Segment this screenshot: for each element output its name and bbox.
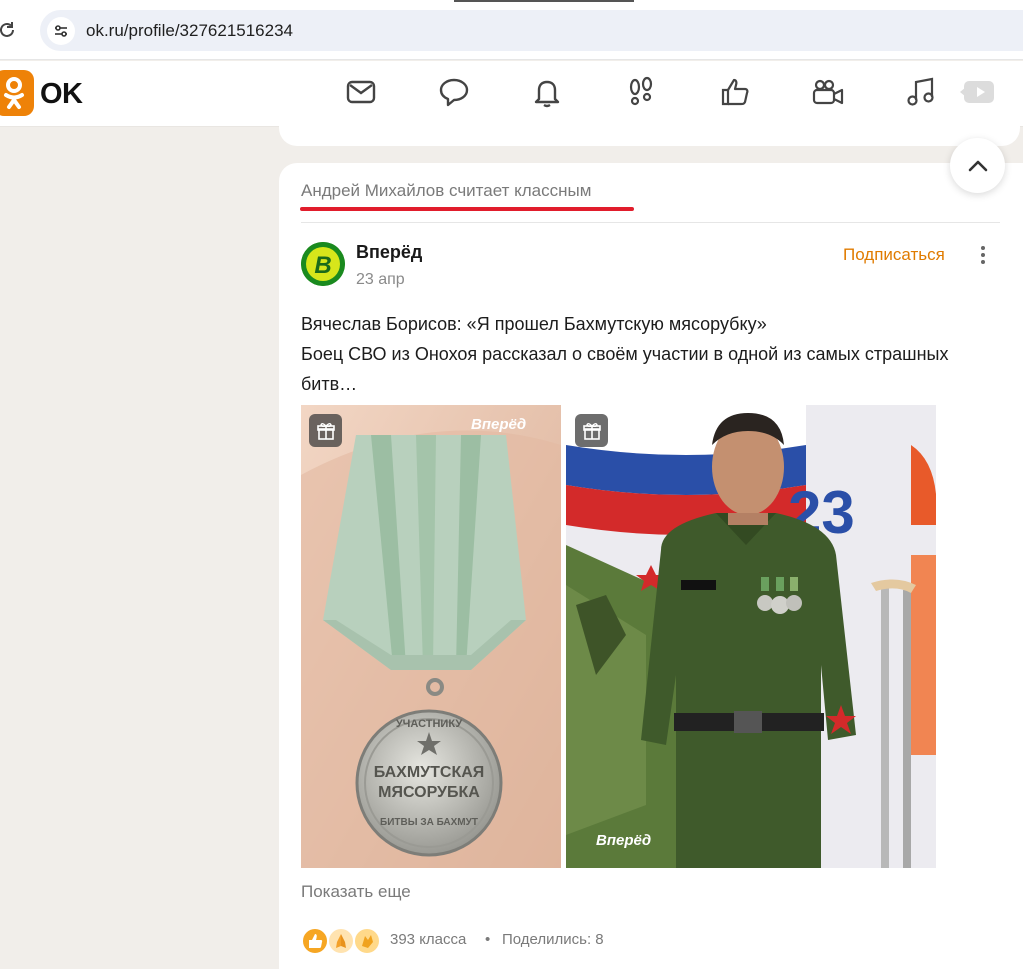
previous-feed-card: [279, 118, 1020, 146]
subscribe-button[interactable]: Подписаться: [843, 245, 945, 265]
gift-icon[interactable]: [575, 414, 608, 447]
ok-logo-icon[interactable]: [0, 70, 34, 116]
photo-watermark: Вперёд: [471, 416, 526, 433]
group-name[interactable]: Вперёд: [356, 242, 422, 263]
liked-by-text[interactable]: Андрей Михайлов считает классным: [301, 181, 591, 201]
liked-by-underline: [300, 207, 634, 211]
more-options-icon[interactable]: [974, 244, 992, 266]
reactions-group[interactable]: [301, 927, 385, 955]
medal-top-text: УЧАСТНИКУ: [396, 718, 462, 730]
like-icon[interactable]: [718, 75, 752, 109]
post-photo-medal[interactable]: УЧАСТНИКУ БАХМУТСКАЯ МЯСОРУБКА БИТВЫ ЗА …: [301, 405, 561, 868]
shares-count[interactable]: Поделились: 8: [502, 931, 604, 948]
site-settings-icon[interactable]: [47, 17, 75, 45]
url-text[interactable]: ok.ru/profile/327621516234: [86, 21, 293, 41]
bell-icon[interactable]: [530, 75, 564, 109]
pray-reaction-icon: [327, 927, 355, 955]
browser-toolbar: ok.ru/profile/327621516234: [0, 0, 1023, 60]
svg-text:B: B: [314, 252, 331, 279]
tab-strip-indicator: [454, 0, 634, 2]
medal-line-2: МЯСОРУБКА: [378, 784, 480, 801]
mail-icon[interactable]: [344, 75, 378, 109]
group-avatar[interactable]: B: [301, 242, 345, 286]
reactions-count[interactable]: 393 класса: [390, 931, 466, 948]
post-date[interactable]: 23 апр: [356, 271, 405, 289]
chevron-up-icon: [968, 160, 987, 171]
logo-text[interactable]: OK: [40, 78, 83, 111]
music-icon[interactable]: [904, 75, 938, 109]
post-text-line: Боец СВО из Онохоя рассказал о своём уча…: [301, 344, 949, 364]
card-divider: [301, 222, 1000, 223]
medal-bottom-text: БИТВЫ ЗА БАХМУТ: [380, 817, 478, 828]
thumbs-up-reaction-icon: [301, 927, 329, 955]
post-text-line: Вячеслав Борисов: «Я прошел Бахмутскую м…: [301, 314, 767, 334]
post-text-line: битв…: [301, 374, 358, 394]
footprints-icon[interactable]: [624, 75, 658, 109]
show-more-link[interactable]: Показать еще: [301, 882, 411, 902]
photo-watermark: Вперёд: [596, 832, 651, 849]
clap-reaction-icon: [353, 927, 381, 955]
post-photo-soldier[interactable]: 23 Вперёд: [566, 405, 936, 868]
chat-icon[interactable]: [437, 75, 471, 109]
video-camera-icon[interactable]: [811, 75, 845, 109]
medal-line-1: БАХМУТСКАЯ: [374, 764, 485, 781]
gift-icon[interactable]: [309, 414, 342, 447]
reload-icon[interactable]: [0, 19, 18, 41]
address-bar[interactable]: ok.ru/profile/327621516234: [40, 10, 1023, 51]
separator-dot: •: [485, 931, 491, 948]
scroll-to-top-button[interactable]: [950, 138, 1005, 193]
post-text[interactable]: Вячеслав Борисов: «Я прошел Бахмутскую м…: [301, 309, 1011, 399]
video-play-icon[interactable]: [960, 79, 996, 105]
